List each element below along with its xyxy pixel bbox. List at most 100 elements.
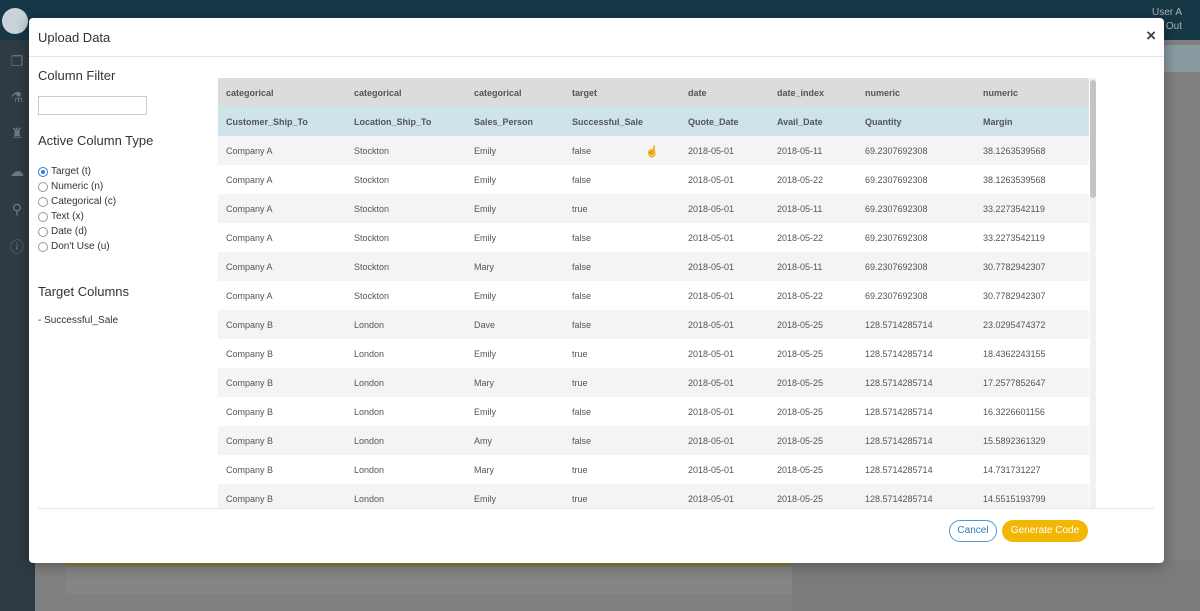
table-cell: 2018-05-22 xyxy=(769,223,857,252)
table-cell: 2018-05-22 xyxy=(769,281,857,310)
search-icon[interactable]: ⚲ xyxy=(8,200,26,218)
info-icon[interactable]: ⓘ xyxy=(8,238,26,256)
table-scrollbar-thumb[interactable] xyxy=(1090,80,1096,198)
table-cell: 2018-05-01 xyxy=(680,281,769,310)
table-cell: London xyxy=(346,310,466,339)
table-row: Company B London Mary true 2018-05-01 2018-05… xyxy=(218,455,1089,484)
column-type-header[interactable]: categorical xyxy=(346,78,466,107)
table-row: Company B London Emily true 2018-05-01 2018-0… xyxy=(218,484,1089,508)
table-cell: 2018-05-01 xyxy=(680,252,769,281)
column-name-header[interactable]: Customer_Ship_To xyxy=(218,107,346,136)
column-type-option[interactable]: Target (t) xyxy=(38,164,208,179)
column-type-header[interactable]: target xyxy=(564,78,680,107)
column-name-header[interactable]: Sales_Person xyxy=(466,107,564,136)
table-cell: 33.2273542119 xyxy=(975,194,1089,223)
column-type-header[interactable]: numeric xyxy=(975,78,1089,107)
table-scrollbar[interactable] xyxy=(1090,78,1096,508)
table-cell: Company A xyxy=(218,165,346,194)
column-type-option[interactable]: Don't Use (u) xyxy=(38,239,208,254)
column-type-option[interactable]: Date (d) xyxy=(38,224,208,239)
table-cell: Stockton xyxy=(346,136,466,165)
table-cell: 2018-05-01 xyxy=(680,310,769,339)
table-cell: false xyxy=(564,397,680,426)
flask-icon[interactable]: ⚗ xyxy=(8,88,26,106)
generate-code-button[interactable]: Generate Code xyxy=(1002,520,1088,542)
column-name-header[interactable]: Quote_Date xyxy=(680,107,769,136)
table-cell: Company B xyxy=(218,455,346,484)
table-cell: Stockton xyxy=(346,252,466,281)
table-row: Company A Stockton Emily false 2018-05-01 201… xyxy=(218,223,1089,252)
column-type-header[interactable]: numeric xyxy=(857,78,975,107)
trophy-icon[interactable]: ♜ xyxy=(8,124,26,142)
table-cell: 2018-05-25 xyxy=(769,339,857,368)
pages-icon[interactable]: ❐ xyxy=(8,52,26,70)
column-name-header[interactable]: Location_Ship_To xyxy=(346,107,466,136)
radio-button[interactable] xyxy=(38,166,48,177)
column-type-label: Text (x) xyxy=(51,211,84,222)
column-type-option[interactable]: Numeric (n) xyxy=(38,179,208,194)
radio-button[interactable] xyxy=(38,241,48,252)
data-preview-table-container[interactable]: categorical categorical categorical target d… xyxy=(218,78,1099,508)
column-filter-input[interactable] xyxy=(38,96,147,115)
column-type-option[interactable]: Categorical (c) xyxy=(38,194,208,209)
table-cell: 69.2307692308 xyxy=(857,223,975,252)
table-cell: 2018-05-01 xyxy=(680,194,769,223)
table-cell: true xyxy=(564,339,680,368)
column-type-label: Date (d) xyxy=(51,226,88,237)
table-row: Company B London Amy false 2018-05-01 2018-05… xyxy=(218,426,1089,455)
table-cell: Mary xyxy=(466,368,564,397)
table-cell: London xyxy=(346,484,466,508)
table-cell: false xyxy=(564,165,680,194)
column-type-label: Numeric (n) xyxy=(51,181,104,192)
cancel-button[interactable]: Cancel xyxy=(949,520,997,542)
table-cell: Company A xyxy=(218,136,346,165)
table-cell: 2018-05-01 xyxy=(680,397,769,426)
table-cell: 128.5714285714 xyxy=(857,310,975,339)
table-cell: 2018-05-22 xyxy=(769,165,857,194)
radio-button[interactable] xyxy=(38,211,48,222)
table-cell: Emily xyxy=(466,136,564,165)
table-cell: false xyxy=(564,223,680,252)
table-cell: London xyxy=(346,455,466,484)
table-cell: 2018-05-01 xyxy=(680,426,769,455)
column-type-header[interactable]: categorical xyxy=(218,78,346,107)
column-type-header[interactable]: date xyxy=(680,78,769,107)
column-type-header[interactable]: date_index xyxy=(769,78,857,107)
table-cell: Company A xyxy=(218,223,346,252)
table-cell: Stockton xyxy=(346,194,466,223)
table-cell: 38.1263539568 xyxy=(975,165,1089,194)
radio-button[interactable] xyxy=(38,196,48,207)
table-cell: 2018-05-01 xyxy=(680,223,769,252)
radio-button[interactable] xyxy=(38,226,48,237)
table-cell: Emily xyxy=(466,165,564,194)
column-name-header[interactable]: Margin xyxy=(975,107,1089,136)
close-icon[interactable]: × xyxy=(1146,27,1156,45)
table-cell: 2018-05-01 xyxy=(680,339,769,368)
footer-divider xyxy=(38,508,1154,509)
table-cell: Mary xyxy=(466,252,564,281)
table-cell: 23.0295474372 xyxy=(975,310,1089,339)
column-name-header[interactable]: Quantity xyxy=(857,107,975,136)
table-cell: Company B xyxy=(218,397,346,426)
app-bottom-panel xyxy=(66,560,792,594)
table-cell: 128.5714285714 xyxy=(857,426,975,455)
table-cell: true xyxy=(564,194,680,223)
radio-button[interactable] xyxy=(38,181,48,192)
table-cell: 2018-05-01 xyxy=(680,484,769,508)
cloud-icon[interactable]: ☁ xyxy=(8,162,26,180)
table-cell: true xyxy=(564,484,680,508)
column-type-header[interactable]: categorical xyxy=(466,78,564,107)
table-cell: 2018-05-25 xyxy=(769,484,857,508)
upload-data-modal: Upload Data × Column Filter Active Colum… xyxy=(29,18,1164,563)
column-type-row: categorical categorical categorical target d… xyxy=(218,78,1089,107)
table-cell: 33.2273542119 xyxy=(975,223,1089,252)
table-cell: 2018-05-25 xyxy=(769,455,857,484)
column-name-header[interactable]: Successful_Sale xyxy=(564,107,680,136)
column-name-header[interactable]: Avail_Date xyxy=(769,107,857,136)
table-cell: 128.5714285714 xyxy=(857,455,975,484)
column-type-option[interactable]: Text (x) xyxy=(38,209,208,224)
table-cell: true xyxy=(564,368,680,397)
table-row: Company B London Mary true 2018-05-01 2018-05… xyxy=(218,368,1089,397)
target-columns-title: Target Columns xyxy=(38,284,130,299)
table-cell: 14.5515193799 xyxy=(975,484,1089,508)
